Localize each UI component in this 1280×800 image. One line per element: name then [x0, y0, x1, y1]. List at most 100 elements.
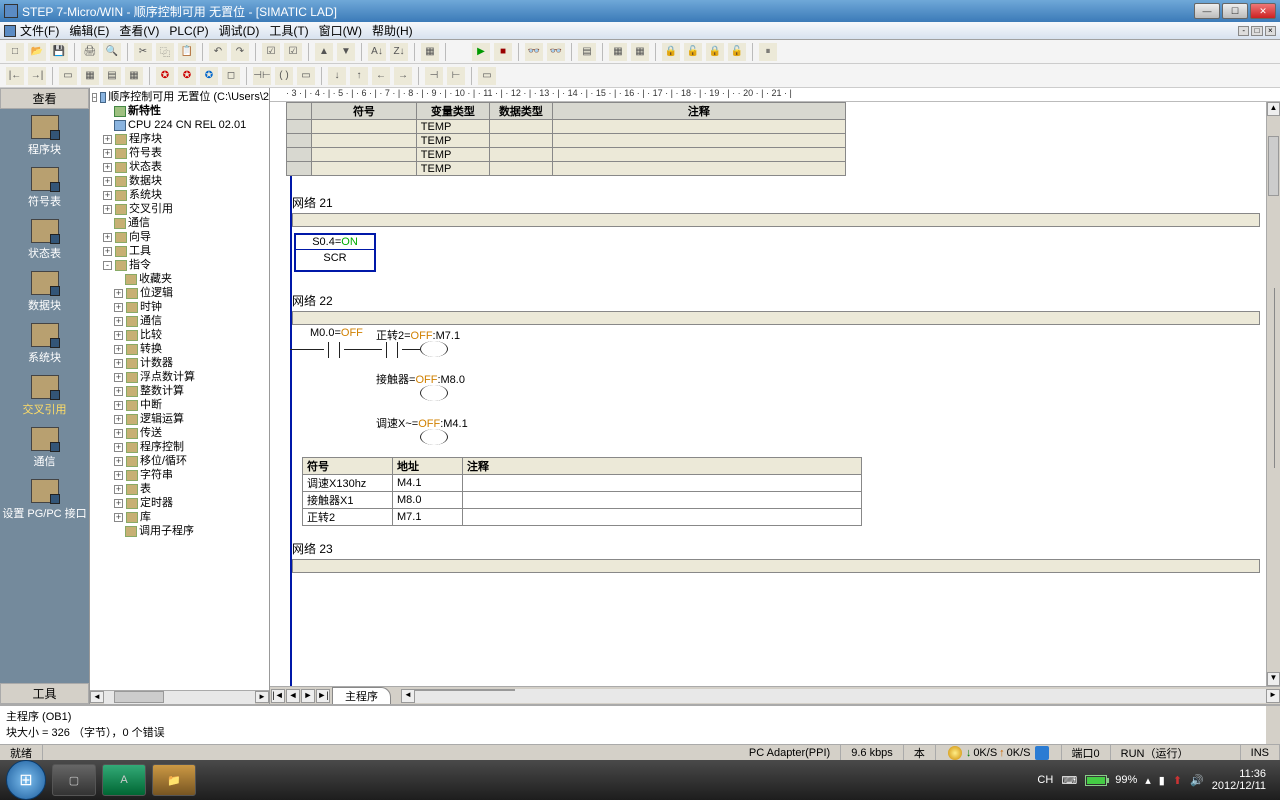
- taskbar-item-3[interactable]: 📁: [152, 764, 196, 796]
- menu-tools[interactable]: 工具(T): [269, 22, 308, 39]
- expand-icon[interactable]: +: [114, 401, 123, 410]
- project-tree[interactable]: -顺序控制可用 无置位 (C:\Users\2 新特性CPU 224 CN RE…: [90, 88, 269, 690]
- expand-icon[interactable]: +: [114, 331, 123, 340]
- tree-item[interactable]: +程序控制: [92, 440, 269, 454]
- compileall-button[interactable]: ☑: [284, 43, 302, 61]
- scroll-thumb[interactable]: [114, 691, 164, 703]
- ladder-area[interactable]: 网络 21 S0.4=ON SCR 网络 22 M0.0=OFF 正转2=OFF…: [270, 176, 1280, 686]
- save-button[interactable]: 💾: [50, 43, 68, 61]
- mdi-min-button[interactable]: -: [1238, 26, 1249, 36]
- line-up-button[interactable]: ↑: [350, 67, 368, 85]
- tree-item[interactable]: 通信: [92, 216, 269, 230]
- preview-button[interactable]: 🔍: [103, 43, 121, 61]
- scroll-left-icon[interactable]: ◄: [90, 691, 104, 703]
- network-21-title[interactable]: 网络 21: [292, 194, 1280, 211]
- expand-icon[interactable]: +: [114, 317, 123, 326]
- expand-icon[interactable]: +: [114, 457, 123, 466]
- table-row[interactable]: 正转2M7.1: [303, 509, 862, 526]
- tool-j-button[interactable]: ◻: [222, 67, 240, 85]
- tree-item[interactable]: +位逻辑: [92, 286, 269, 300]
- tray-lang[interactable]: CH: [1037, 774, 1053, 786]
- expand-icon[interactable]: +: [103, 233, 112, 242]
- tree-item[interactable]: +转换: [92, 342, 269, 356]
- expand-icon[interactable]: +: [103, 177, 112, 186]
- options-button[interactable]: ▦: [421, 43, 439, 61]
- tool-g-button[interactable]: ✪: [156, 67, 174, 85]
- download-button[interactable]: ▼: [337, 43, 355, 61]
- run-button[interactable]: ▶: [472, 43, 490, 61]
- menu-view[interactable]: 查看(V): [119, 22, 159, 39]
- tree-hscroll[interactable]: ◄ ►: [90, 690, 269, 704]
- tree-item[interactable]: 新特性: [92, 104, 269, 118]
- scroll-down-icon[interactable]: ▼: [1267, 672, 1280, 686]
- undo-button[interactable]: ↶: [209, 43, 227, 61]
- tool-d-button[interactable]: ▦: [81, 67, 99, 85]
- tab-prev-button[interactable]: ◄: [286, 689, 300, 703]
- tree-item[interactable]: +计数器: [92, 356, 269, 370]
- line-down-button[interactable]: ↓: [328, 67, 346, 85]
- tree-item[interactable]: +字符串: [92, 468, 269, 482]
- expand-icon[interactable]: +: [114, 499, 123, 508]
- scroll-thumb[interactable]: [415, 689, 515, 691]
- nav-item-5[interactable]: 交叉引用: [0, 369, 89, 421]
- tree-item[interactable]: +系统块: [92, 188, 269, 202]
- menu-debug[interactable]: 调试(D): [219, 22, 260, 39]
- tool-a-button[interactable]: |←: [6, 67, 24, 85]
- expand-icon[interactable]: +: [103, 247, 112, 256]
- nav-item-2[interactable]: 状态表: [0, 213, 89, 265]
- expand-icon[interactable]: +: [114, 443, 123, 452]
- output-vscroll[interactable]: [1266, 706, 1280, 744]
- table-row[interactable]: TEMP: [287, 134, 846, 148]
- mdi-restore-button[interactable]: □: [1251, 26, 1262, 36]
- pause-button[interactable]: ⏸: [759, 43, 777, 61]
- scroll-right-icon[interactable]: ►: [1266, 689, 1280, 703]
- expand-icon[interactable]: +: [114, 303, 123, 312]
- tray-keyboard-icon[interactable]: ⌨: [1061, 774, 1077, 787]
- tool-i-button[interactable]: ✪: [200, 67, 218, 85]
- coil-button[interactable]: ( ): [275, 67, 293, 85]
- expand-icon[interactable]: +: [103, 149, 112, 158]
- output-window[interactable]: 主程序 (OB1) 块大小 = 326 （字节），0 个错误: [0, 704, 1280, 744]
- network-23-comment[interactable]: [292, 559, 1260, 573]
- start-button[interactable]: ⊞: [6, 760, 46, 800]
- taskbar-item-1[interactable]: ▢: [52, 764, 96, 796]
- variable-table[interactable]: 符号 变量类型 数据类型 注释 TEMPTEMPTEMPTEMP: [270, 102, 1280, 176]
- tool-b-button[interactable]: →|: [28, 67, 46, 85]
- collapse-icon[interactable]: -: [92, 93, 97, 102]
- menu-window[interactable]: 窗口(W): [319, 22, 362, 39]
- editor-hscroll[interactable]: ◄ ►: [401, 689, 1280, 703]
- menu-edit[interactable]: 编辑(E): [69, 22, 109, 39]
- expand-icon[interactable]: +: [114, 373, 123, 382]
- line-right-button[interactable]: →: [394, 67, 412, 85]
- tree-item[interactable]: +定时器: [92, 496, 269, 510]
- tab-main-program[interactable]: 主程序: [332, 687, 391, 704]
- menu-file[interactable]: 文件(F): [20, 22, 59, 39]
- tree-item[interactable]: +向导: [92, 230, 269, 244]
- scroll-thumb[interactable]: [1268, 136, 1279, 196]
- table-row[interactable]: 接触器X1M8.0: [303, 492, 862, 509]
- menu-help[interactable]: 帮助(H): [372, 22, 413, 39]
- force1-button[interactable]: 🔒: [662, 43, 680, 61]
- stop-button[interactable]: ■: [494, 43, 512, 61]
- close-button[interactable]: ✕: [1250, 3, 1276, 19]
- expand-icon[interactable]: +: [103, 191, 112, 200]
- contact-m00[interactable]: [324, 339, 344, 357]
- scr-box[interactable]: S0.4=ON SCR: [294, 233, 376, 272]
- mdi-close-button[interactable]: ×: [1265, 26, 1276, 36]
- battery-icon[interactable]: [1085, 775, 1107, 786]
- scroll-up-icon[interactable]: ▲: [1267, 102, 1280, 116]
- scroll-left-icon[interactable]: ◄: [401, 689, 415, 703]
- table-row[interactable]: TEMP: [287, 148, 846, 162]
- minimize-button[interactable]: —: [1194, 3, 1220, 19]
- tool-c-button[interactable]: ▭: [59, 67, 77, 85]
- branch2-button[interactable]: ⊢: [447, 67, 465, 85]
- symbol-usage-table[interactable]: 符号地址注释 调速X130hzM4.1接触器X1M8.0正转2M7.1: [302, 457, 1280, 526]
- tree-instructions[interactable]: 指令: [129, 258, 151, 272]
- network-icon[interactable]: ⬆: [1173, 774, 1182, 787]
- tree-item[interactable]: +时钟: [92, 300, 269, 314]
- coil-m80[interactable]: [420, 385, 448, 401]
- tree-item[interactable]: +数据块: [92, 174, 269, 188]
- rung-22-2[interactable]: 接触器=OFF:M8.0: [294, 375, 1280, 401]
- tab-next-button[interactable]: ►: [301, 689, 315, 703]
- maximize-button[interactable]: ☐: [1222, 3, 1248, 19]
